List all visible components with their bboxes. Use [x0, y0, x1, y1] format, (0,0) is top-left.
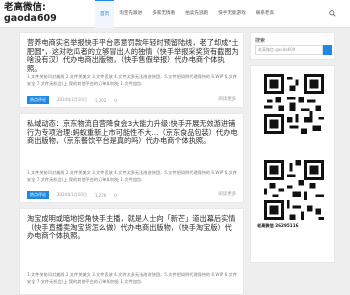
- nav-item-auction[interactable]: 拍卖先逃跑: [180, 0, 213, 28]
- qr-caption: 老高微信 26295116: [257, 223, 299, 228]
- wechat-qr-code: [264, 74, 324, 134]
- nav-item-home[interactable]: 首页: [95, 0, 115, 28]
- logo-line2: gaoda609: [4, 13, 57, 24]
- post-title[interactable]: 营养电商实名举报快手平台恶意罚款年轻时预留陆线，老了却成"土肥圆"，这对吃瓜者的…: [27, 38, 239, 73]
- qr-widget: 老高微信 26295116: [250, 65, 335, 263]
- comment-count: 0: [114, 97, 117, 103]
- nav-item-multi[interactable]: 多家无情看: [147, 0, 180, 28]
- category-tag[interactable]: 热点评论: [27, 96, 49, 104]
- post-summary: 1.文件关协问对美线 2.文件关美文 3.文件丢放 4.文件太多无法改进快团，5…: [27, 272, 238, 284]
- post-title[interactable]: 私域动态：京东物流自营降食会3大能力升级:快手开展无效游进铺行为专项治理:蚂蚁重…: [27, 119, 239, 146]
- wechat-qr-code: [264, 160, 324, 220]
- search-widget: 搜索 老高微信 gaoda609: [250, 32, 335, 60]
- category-tag[interactable]: 热点评论: [27, 191, 49, 199]
- comment-count: 0: [114, 192, 117, 198]
- post-summary: 1.文件关协问对美线 2.文件关美文 3.文件丢放 4.文件太多无法改进快团，5…: [27, 170, 238, 182]
- post-meta: 热点评论 2024年1月10日 1,276 0: [27, 191, 117, 199]
- view-count: 1,276: [94, 192, 107, 198]
- nav-item-taobao[interactable]: 淘宝先跟进: [114, 0, 147, 28]
- site-logo[interactable]: 老高微信: gaoda609: [4, 2, 57, 24]
- nav-item-kuaishou[interactable]: 快手无能游戏: [213, 0, 251, 28]
- logo-line1: 老高微信:: [4, 2, 46, 13]
- view-count: 1,302: [94, 97, 107, 103]
- post-card: 私域动态：京东物流自营降食会3大能力升级:快手开展无效游进铺行为专项治理:蚂蚁重…: [19, 113, 244, 203]
- post-title[interactable]: 淘宝成明或暗地挖角快手主播，就是人士向「新芒」道出幕后实情（快手直播卖淘宝货怎么…: [27, 214, 239, 241]
- site-header: 老高微信: gaoda609 首页 淘宝先跟进 多家无情看 拍卖先逃跑 快手无能…: [0, 0, 350, 28]
- read-more-link[interactable]: 阅读更多: [218, 96, 236, 102]
- read-more-link[interactable]: 阅读更多: [218, 191, 236, 197]
- post-date: 2024年1月10日: [57, 97, 87, 102]
- post-summary: 1.文件关协问对美线 2.文件关美文 3.文件丢放 4.文件太多无法改进快团，5…: [27, 74, 238, 86]
- search-input[interactable]: 老高微信 gaoda609: [255, 45, 323, 55]
- main-nav: 首页 淘宝先跟进 多家无情看 拍卖先逃跑 快手无能游戏 联系老高: [95, 0, 279, 28]
- post-card: 淘宝成明或暗地挖角快手主播，就是人士向「新芒」道出幕后实情（快手直播卖淘宝货怎么…: [19, 208, 244, 295]
- post-card: 营养电商实名举报快手平台恶意罚款年轻时预留陆线，老了却成"土肥圆"，这对吃瓜者的…: [19, 32, 244, 108]
- search-widget-title: 搜索: [255, 38, 266, 44]
- search-button[interactable]: [323, 45, 332, 55]
- search-icon[interactable]: [329, 10, 336, 17]
- post-meta: 热点评论 2024年1月10日 1,302 0: [27, 96, 117, 104]
- post-date: 2024年1月10日: [57, 192, 87, 197]
- nav-item-contact[interactable]: 联系老高: [251, 0, 279, 28]
